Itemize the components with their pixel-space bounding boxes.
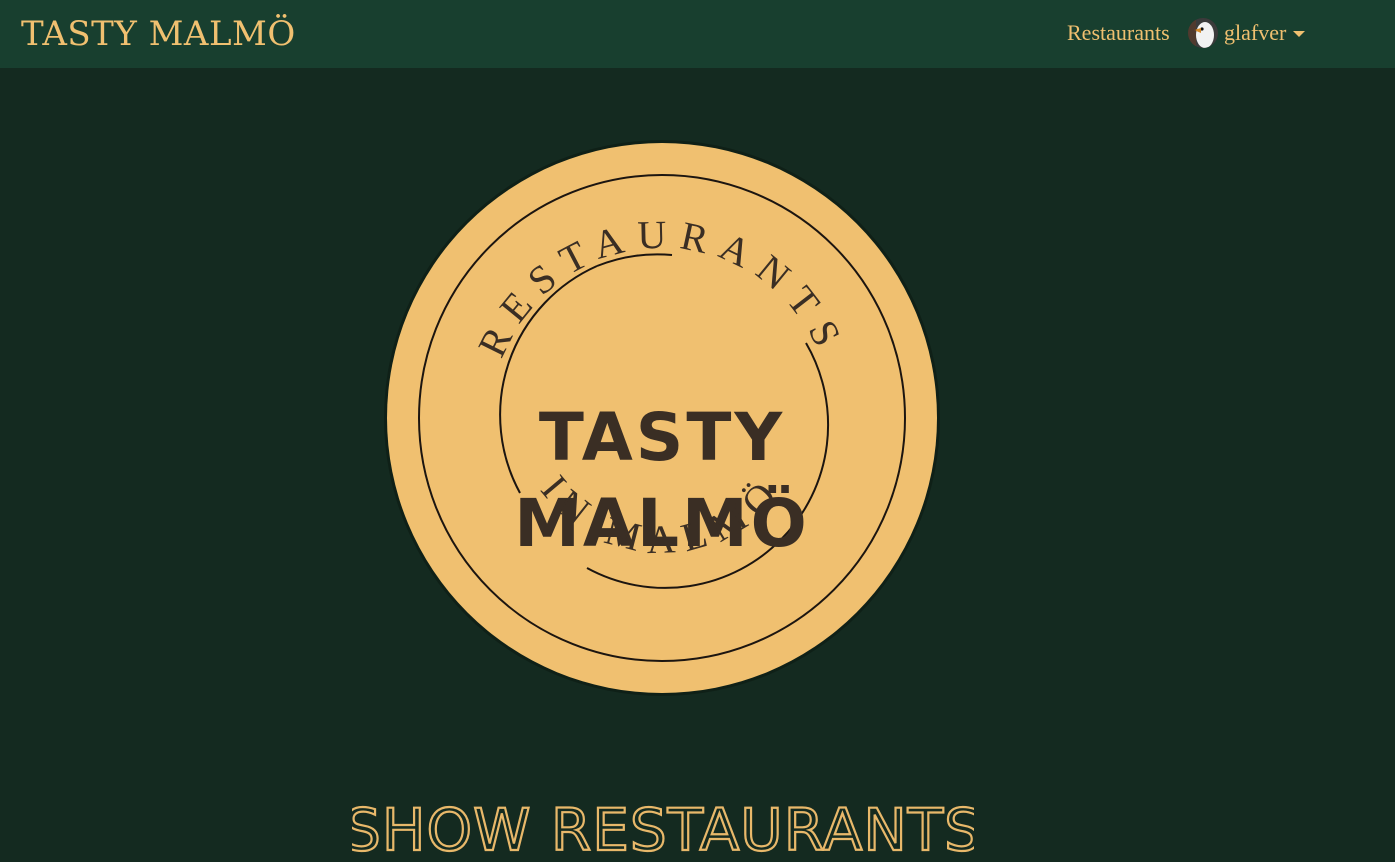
- username-label: glafver: [1224, 20, 1287, 45]
- main-content: RESTAURANTS TASTY MALMÖ IN MALMÖ SHOW RE…: [0, 68, 1395, 862]
- show-restaurants-label: SHOW RESTAURANTS: [352, 796, 974, 862]
- chevron-down-icon: [1293, 31, 1306, 37]
- navbar: TASTY MALMÖ Restaurants glafver: [0, 0, 1395, 68]
- tasty-malmo-logo: RESTAURANTS TASTY MALMÖ IN MALMÖ: [382, 138, 942, 698]
- show-restaurants-button[interactable]: SHOW RESTAURANTS: [352, 792, 974, 862]
- user-dropdown-toggle[interactable]: glafver: [1188, 17, 1306, 49]
- brand-logo-link[interactable]: TASTY MALMÖ: [21, 12, 296, 56]
- nav-link-restaurants[interactable]: Restaurants: [1067, 18, 1170, 48]
- goose-avatar-icon: [1188, 18, 1218, 48]
- logo-center-line1: TASTY: [539, 399, 785, 476]
